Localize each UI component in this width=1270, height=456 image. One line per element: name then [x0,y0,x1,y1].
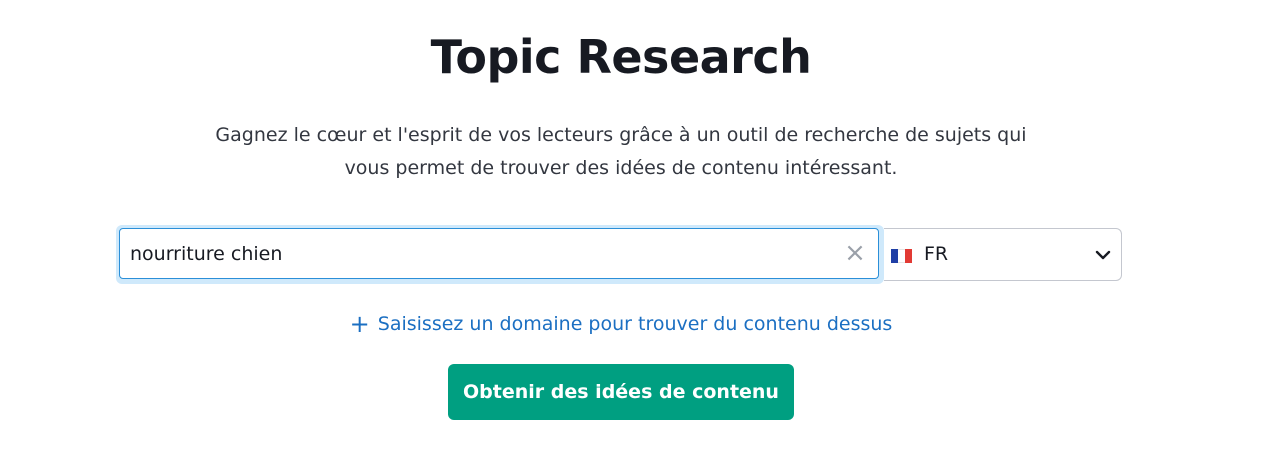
description-line-2: vous permet de trouver des idées de cont… [344,157,898,179]
page-description: Gagnez le cœur et l'esprit de vos lecteu… [0,119,1242,185]
country-select[interactable]: FR [884,228,1122,281]
add-domain-label: Saisissez un domaine pour trouver du con… [377,313,893,335]
add-domain-link[interactable]: + Saisissez un domaine pour trouver du co… [0,310,1242,338]
search-box[interactable]: × [119,228,879,279]
get-content-ideas-button[interactable]: Obtenir des idées de contenu [448,364,794,420]
topic-search-input[interactable] [130,229,830,278]
search-focus-ring: × [116,225,884,284]
plus-icon: + [349,310,370,338]
country-select-value: FR [924,243,949,265]
description-line-1: Gagnez le cœur et l'esprit de vos lecteu… [215,124,1027,146]
page-title: Topic Research [430,30,812,84]
france-flag-icon [891,249,912,263]
close-icon[interactable]: × [844,240,866,266]
chevron-down-icon [1095,250,1111,260]
topic-research-page: Topic Research Gagnez le cœur et l'espri… [0,0,1270,456]
